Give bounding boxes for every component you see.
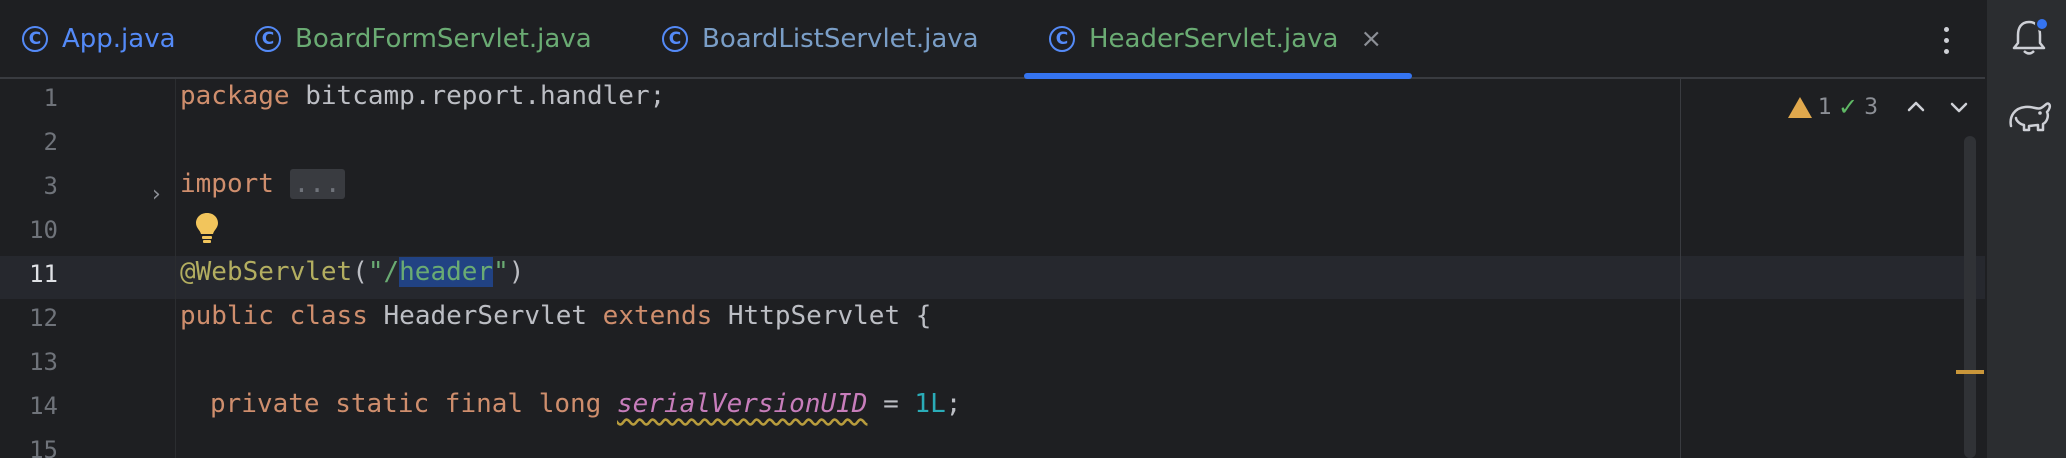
line-number: 3 [43, 172, 58, 200]
more-options-icon[interactable] [1934, 20, 1958, 60]
line-number: 15 [29, 436, 58, 458]
tab-label: HeaderServlet.java [1089, 23, 1339, 54]
tab-label: BoardFormServlet.java [295, 23, 592, 54]
vertical-scrollbar[interactable] [1964, 136, 1976, 458]
next-highlight-icon[interactable] [1947, 95, 1971, 119]
line-number: 14 [29, 392, 58, 420]
class-icon: C [1049, 25, 1075, 52]
line-number: 13 [29, 348, 58, 376]
tab-boardformservlet-java[interactable]: C BoardFormServlet.java [255, 0, 592, 77]
class-icon: C [22, 25, 48, 52]
weak-warning-icon: ✓ [1838, 93, 1859, 121]
line-number: 10 [29, 216, 58, 244]
warning-count: 1 [1818, 94, 1832, 120]
gradle-elephant-icon[interactable] [2007, 96, 2053, 136]
right-tool-strip [1985, 0, 2066, 458]
lightbulb-icon[interactable] [194, 211, 220, 245]
tab-app-java[interactable]: C App.java [22, 0, 176, 77]
inspection-widget[interactable]: 1 ✓ 3 [1788, 93, 1878, 121]
code-line-12: public class HeaderServlet extends HttpS… [180, 301, 932, 331]
warning-icon [1788, 96, 1812, 118]
notifications-bell-icon[interactable] [2009, 16, 2049, 58]
code-line-3: import ... [180, 169, 345, 199]
ide-window: C App.java C BoardFormServlet.java C Boa… [0, 0, 2066, 458]
weak-warning-count: 3 [1864, 94, 1879, 120]
tab-label: BoardListServlet.java [702, 23, 979, 54]
line-number: 11 [29, 260, 58, 288]
class-icon: C [662, 25, 688, 52]
tab-label: App.java [62, 23, 176, 54]
code-editor[interactable]: 1 2 3 10 11 12 13 14 15 › package bitcam… [0, 79, 1985, 458]
tab-boardlistservlet-java[interactable]: C BoardListServlet.java [662, 0, 979, 77]
line-number: 12 [29, 304, 58, 332]
code-line-11: @WebServlet("/header") [180, 257, 525, 287]
code-line-14: private static final long serialVersionU… [210, 389, 962, 419]
close-tab-icon[interactable]: × [1360, 24, 1382, 54]
gutter-divider [175, 79, 176, 458]
line-number: 2 [43, 128, 58, 156]
warning-stripe-marker[interactable] [1956, 370, 1984, 374]
code-line-1: package bitcamp.report.handler; [180, 81, 666, 111]
folded-imports[interactable]: ... [289, 169, 345, 199]
previous-highlight-icon[interactable] [1904, 95, 1928, 119]
editor-tab-bar: C App.java C BoardFormServlet.java C Boa… [0, 0, 1985, 79]
right-margin-guide [1680, 79, 1681, 458]
tab-headerservlet-java[interactable]: C HeaderServlet.java × [1024, 0, 1413, 79]
line-number: 1 [43, 84, 58, 112]
text-selection: header [399, 257, 494, 287]
fold-expand-icon[interactable]: › [152, 182, 161, 207]
class-icon: C [255, 25, 281, 52]
